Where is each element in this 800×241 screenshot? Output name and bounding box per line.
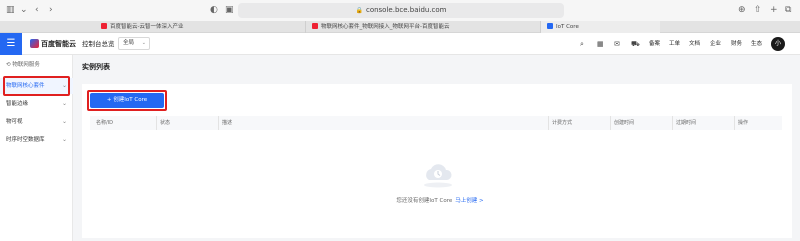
search-icon[interactable]: ⌕ [580,39,584,49]
share-icon[interactable]: ⇧ [754,5,762,15]
sidebar-title: ⟲ 物联网服务 [6,62,40,68]
lock-icon: 🔒 [355,7,363,14]
new-tab-icon[interactable]: + [770,5,778,15]
column-header: 计费方式 [548,116,572,130]
grid-icon[interactable]: ▦ [597,39,604,49]
sidebar-item-tsdb[interactable]: 时序时空数据库 ⌄ [0,132,73,148]
sidebar-item-edge[interactable]: 智能边缘 ⌄ [0,96,73,112]
console-header: ☰ 百度智能云 控制台总览 全局 ⌄ ⌕ ▦ ✉ ⛟ 备案 工单 文档 企业 财务… [0,33,800,55]
browser-tab[interactable]: 物联网核心套件_物联网接入_物联网平台-百度智能云 [305,21,485,33]
favicon-icon [312,23,318,29]
cart-icon[interactable]: ⛟ [631,39,640,49]
browser-tab-active[interactable]: IoT Core [540,21,660,33]
nav-link[interactable]: 生态 [751,39,762,49]
nav-link[interactable]: 财务 [731,39,742,49]
empty-cloud-icon [424,164,452,188]
column-header: 名称/ID [96,120,114,126]
nav-link[interactable]: 企业 [710,39,721,49]
highlight-box [87,90,167,111]
forward-icon[interactable]: › [49,5,53,15]
column-header: 操作 [734,116,748,130]
address-bar[interactable]: 🔒 console.bce.baidu.com [238,3,564,18]
create-now-link[interactable]: 马上创建 > [455,198,483,204]
url-text: console.bce.baidu.com [365,6,447,14]
tab-bar: 百度智能云-云智一体深入产业 物联网核心套件_物联网接入_物联网平台-百度智能云… [0,21,800,33]
favicon-icon [101,23,107,29]
privacy-shield-icon[interactable]: ◐ [210,5,218,15]
avatar[interactable]: 小 [771,37,785,51]
empty-state-message: 您还没有创建IoT Core 马上创建 > [396,198,484,204]
tab-overview-icon[interactable]: ⧉ [785,5,791,15]
reader-icon[interactable]: ▣ [225,5,234,15]
console-home-link[interactable]: 控制台总览 [82,39,115,49]
logo[interactable]: 百度智能云 [30,39,76,49]
table-header: 名称/ID 状态 描述 计费方式 创建时间 过期时间 操作 [90,116,782,130]
favicon-icon [547,23,553,29]
region-select[interactable]: 全局 ⌄ [118,37,150,50]
chevron-down-icon: ⌄ [141,40,146,46]
logo-icon [30,39,39,48]
chevron-down-icon[interactable]: ⌄ [20,5,28,15]
chevron-down-icon: ⌄ [61,118,67,125]
nav-link[interactable]: 工单 [669,39,680,49]
nav-link[interactable]: 文档 [689,39,700,49]
chevron-down-icon: ⌄ [61,100,67,107]
message-icon[interactable]: ✉ [614,39,620,49]
highlight-box [3,76,70,96]
sidebar-toggle-icon[interactable]: ▥ [6,5,15,15]
browser-toolbar: ▥ ⌄ ‹ › ◐ ▣ 🔒 console.bce.baidu.com ⊕ ⇧ +… [0,0,800,21]
column-header: 过期时间 [672,116,696,130]
column-header: 描述 [218,116,232,130]
chevron-down-icon: ⌄ [61,136,67,143]
nav-link[interactable]: 备案 [649,39,660,49]
browser-tab[interactable]: 百度智能云-云智一体深入产业 [95,21,265,33]
back-icon[interactable]: ‹ [35,5,39,15]
download-icon[interactable]: ⊕ [738,5,746,15]
column-header: 状态 [156,116,170,130]
sidebar-item-visualization[interactable]: 物可视 ⌄ [0,114,73,130]
menu-icon[interactable]: ☰ [0,33,22,55]
page-title: 实例列表 [82,63,110,71]
column-header: 创建时间 [610,116,634,130]
